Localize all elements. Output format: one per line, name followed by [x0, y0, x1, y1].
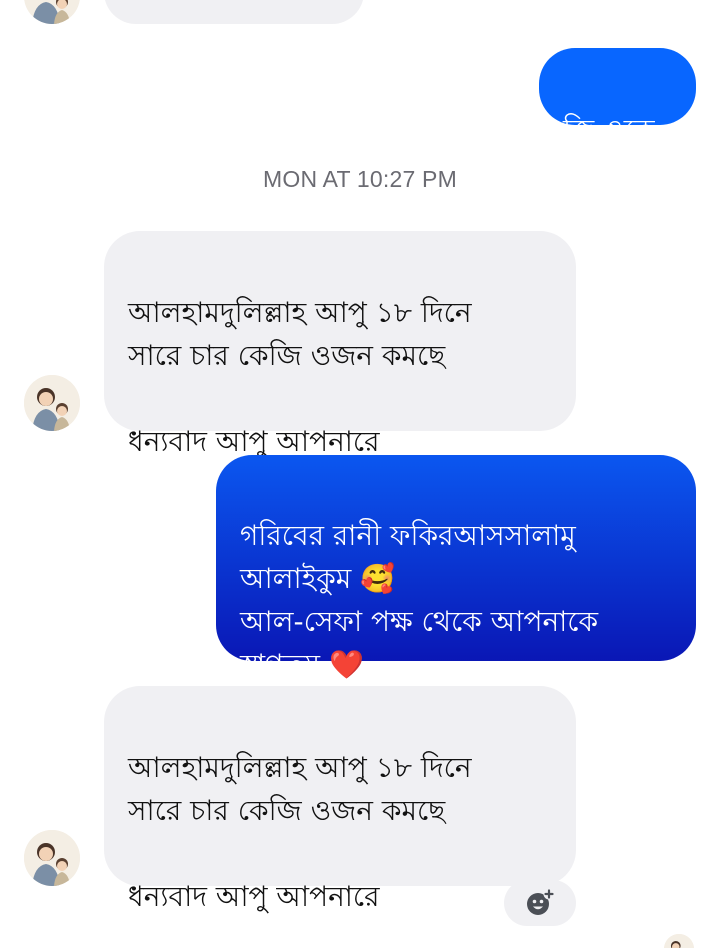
message-bubble-incoming[interactable]: আলহামদুলিল্লাহ আপু ১৮ দিনে সারে চার কেজি…: [104, 686, 576, 913]
message-text: আলহামদুলিল্লাহ আপু ১৮ দিনে সারে চার কেজি…: [128, 751, 472, 913]
add-reaction-button[interactable]: [504, 880, 576, 926]
message-bubble-incoming[interactable]: আলহামদুলিল্লাহ আপু ১৮ দিনে সারে চার কেজি…: [104, 231, 576, 458]
seen-avatar: [664, 934, 694, 948]
contact-avatar[interactable]: [24, 0, 80, 24]
contact-avatar[interactable]: [24, 830, 80, 886]
chat-thread: জ্বি ওকে MON AT 10:27 PM আলহামদুলিল্লাহ …: [0, 0, 720, 948]
message-bubble-outgoing[interactable]: জ্বি ওকে: [539, 48, 696, 146]
avatar-icon: [664, 934, 694, 948]
avatar-icon: [24, 0, 80, 24]
contact-avatar[interactable]: [24, 375, 80, 431]
message-text: গরিবের রানী ফকিরআসসালামু আলাইকুম 🥰 আল-সে…: [240, 519, 599, 681]
avatar-icon: [24, 375, 80, 431]
message-bubble-outgoing[interactable]: গরিবের রানী ফকিরআসসালামু আলাইকুম 🥰 আল-সে…: [216, 455, 696, 681]
message-text: আলহামদুলিল্লাহ আপু ১৮ দিনে সারে চার কেজি…: [128, 296, 472, 458]
add-reaction-icon: [527, 888, 555, 915]
message-bubble-incoming[interactable]: [104, 0, 364, 24]
avatar-icon: [24, 830, 80, 886]
timestamp-divider: MON AT 10:27 PM: [263, 166, 457, 192]
message-text: জ্বি ওকে: [563, 113, 655, 146]
